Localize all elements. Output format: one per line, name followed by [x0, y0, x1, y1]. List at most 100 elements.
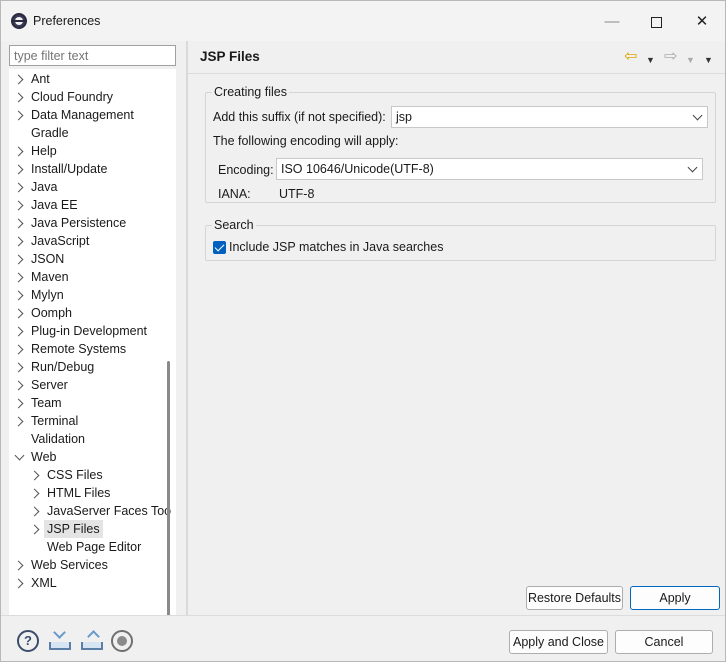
chevron-right-icon[interactable] — [13, 218, 24, 229]
tree-item-label: Ant — [31, 72, 50, 86]
chevron-right-icon[interactable] — [13, 236, 24, 247]
tree-item-maven[interactable]: Maven — [9, 268, 176, 286]
export-icon[interactable] — [81, 630, 103, 652]
apply-and-close-button[interactable]: Apply and Close — [509, 630, 608, 654]
apply-button[interactable]: Apply — [630, 586, 720, 610]
tree-item-data-management[interactable]: Data Management — [9, 106, 176, 124]
chevron-right-icon[interactable] — [29, 488, 40, 499]
maximize-icon — [650, 16, 662, 28]
tree-item-web[interactable]: Web — [9, 448, 176, 466]
tree-item-label: Cloud Foundry — [31, 90, 113, 104]
chevron-down-icon[interactable] — [14, 450, 25, 461]
tree-item-remote-systems[interactable]: Remote Systems — [9, 340, 176, 358]
chevron-right-icon[interactable] — [13, 74, 24, 85]
tree-item-mylyn[interactable]: Mylyn — [9, 286, 176, 304]
tree-item-web-page-editor[interactable]: Web Page Editor — [9, 538, 176, 556]
tree-item-jsp-files[interactable]: JSP Files — [9, 520, 176, 538]
tree-item-css-files[interactable]: CSS Files — [9, 466, 176, 484]
chevron-right-icon[interactable] — [13, 92, 24, 103]
tree-item-label: Team — [31, 396, 62, 410]
tree-item-help[interactable]: Help — [9, 142, 176, 160]
restore-defaults-button[interactable]: Restore Defaults — [526, 586, 623, 610]
tree-item-label: Validation — [31, 432, 85, 446]
tree-item-java-ee[interactable]: Java EE — [9, 196, 176, 214]
chevron-right-icon[interactable] — [29, 506, 40, 517]
minimize-button[interactable]: — — [589, 7, 635, 37]
chevron-right-icon[interactable] — [13, 164, 24, 175]
maximize-button[interactable] — [633, 7, 679, 37]
chevron-right-icon[interactable] — [13, 344, 24, 355]
chevron-right-icon[interactable] — [13, 146, 24, 157]
tree-item-javascript[interactable]: JavaScript — [9, 232, 176, 250]
tree-item-label: JavaScript — [31, 234, 90, 248]
title-separator — [188, 73, 725, 74]
tree-item-label: Run/Debug — [31, 360, 95, 374]
tree-item-run-debug[interactable]: Run/Debug — [9, 358, 176, 376]
eclipse-app-icon — [11, 13, 27, 29]
record-icon[interactable] — [111, 630, 133, 652]
encoding-combo[interactable]: ISO 10646/Unicode(UTF-8) — [276, 158, 703, 180]
chevron-right-icon[interactable] — [13, 398, 24, 409]
tree-item-ant[interactable]: Ant — [9, 70, 176, 88]
chevron-right-icon[interactable] — [13, 326, 24, 337]
tree-item-java[interactable]: Java — [9, 178, 176, 196]
include-jsp-checkbox[interactable] — [213, 241, 226, 254]
chevron-right-icon[interactable] — [13, 290, 24, 301]
tree-item-oomph[interactable]: Oomph — [9, 304, 176, 322]
import-arrow — [53, 626, 66, 639]
chevron-right-icon[interactable] — [13, 182, 24, 193]
tree-item-json[interactable]: JSON — [9, 250, 176, 268]
suffix-combo[interactable]: jsp — [391, 106, 708, 128]
back-arrow-icon[interactable]: ⇦ — [624, 49, 637, 65]
tree-item-label: Web Page Editor — [47, 540, 142, 554]
filter-input[interactable] — [9, 45, 176, 66]
page-title: JSP Files — [200, 49, 260, 64]
cancel-button[interactable]: Cancel — [615, 630, 713, 654]
chevron-right-icon[interactable] — [13, 272, 24, 283]
chevron-right-icon[interactable] — [13, 308, 24, 319]
preferences-window: Preferences — ✕ Ant Cloud Foundry Data Man… — [0, 0, 726, 662]
tree-item-web-services[interactable]: Web Services — [9, 556, 176, 574]
chevron-right-icon[interactable] — [13, 416, 24, 427]
tree-item-java-persistence[interactable]: Java Persistence — [9, 214, 176, 232]
tree-item-cloud-foundry[interactable]: Cloud Foundry — [9, 88, 176, 106]
include-jsp-label: Include JSP matches in Java searches — [229, 240, 444, 254]
tree-item-team[interactable]: Team — [9, 394, 176, 412]
close-button[interactable]: ✕ — [679, 7, 725, 37]
window-title: Preferences — [33, 14, 101, 28]
tree-item-xml[interactable]: XML — [9, 574, 176, 592]
chevron-right-icon[interactable] — [29, 524, 40, 535]
tree-item-label: HTML Files — [47, 486, 111, 500]
chevron-right-icon[interactable] — [13, 110, 24, 121]
tree-item-plug-in-development[interactable]: Plug-in Development — [9, 322, 176, 340]
forward-arrow-icon[interactable]: ⇨ — [664, 49, 677, 65]
chevron-right-icon[interactable] — [13, 380, 24, 391]
creating-files-legend: Creating files — [212, 85, 289, 99]
suffix-value: jsp — [396, 110, 412, 124]
chevron-right-icon[interactable] — [13, 578, 24, 589]
tree-item-label: Server — [31, 378, 68, 392]
import-icon[interactable] — [49, 626, 71, 652]
tree-item-label: Java Persistence — [31, 216, 127, 230]
chevron-right-icon[interactable] — [13, 200, 24, 211]
encoding-value: ISO 10646/Unicode(UTF-8) — [281, 162, 434, 176]
forward-history-dropdown-icon[interactable]: ▼ — [686, 52, 695, 68]
tree-item-server[interactable]: Server — [9, 376, 176, 394]
chevron-right-icon[interactable] — [13, 362, 24, 373]
tree-item-label: Java EE — [31, 198, 78, 212]
chevron-right-icon[interactable] — [29, 470, 40, 481]
tree-item-gradle[interactable]: Gradle — [9, 124, 176, 142]
view-menu-icon[interactable]: ▼ — [704, 52, 713, 68]
iana-label: IANA: — [218, 187, 251, 201]
tree-item-javaserver-faces-too[interactable]: JavaServer Faces Too — [9, 502, 176, 520]
tree-item-install-update[interactable]: Install/Update — [9, 160, 176, 178]
chevron-right-icon[interactable] — [13, 254, 24, 265]
tree-item-validation[interactable]: Validation — [9, 430, 176, 448]
tree-item-html-files[interactable]: HTML Files — [9, 484, 176, 502]
tree-vertical-scrollbar[interactable] — [167, 361, 170, 619]
tree-item-terminal[interactable]: Terminal — [9, 412, 176, 430]
help-icon[interactable]: ? — [17, 630, 39, 652]
back-history-dropdown-icon[interactable]: ▼ — [646, 52, 655, 68]
chevron-right-icon[interactable] — [13, 560, 24, 571]
tree-item-label: Gradle — [31, 126, 69, 140]
